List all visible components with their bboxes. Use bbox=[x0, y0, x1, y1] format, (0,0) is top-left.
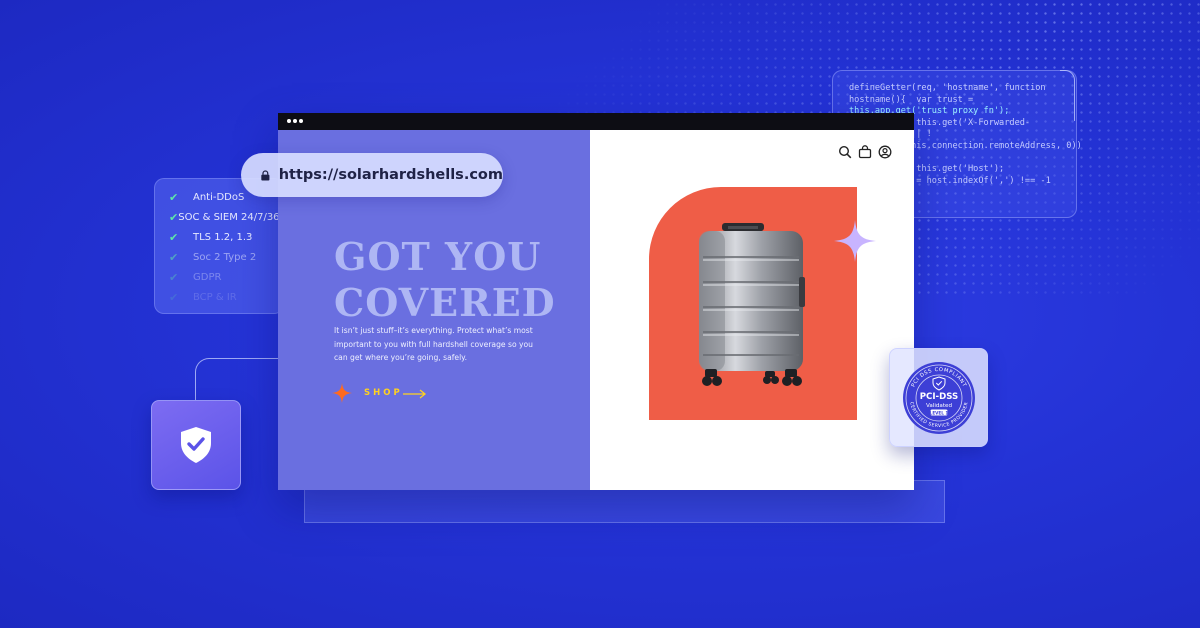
suitcase-image bbox=[699, 223, 805, 386]
security-shield-tile bbox=[151, 400, 241, 490]
star-icon bbox=[332, 383, 352, 403]
check-icon: ✔ bbox=[169, 190, 179, 204]
checklist-item: ✔ SOC & SIEM 24/7/365 bbox=[169, 210, 284, 224]
product-section bbox=[590, 130, 914, 490]
checklist-item: ✔ Soc 2 Type 2 bbox=[169, 250, 257, 264]
connector-line bbox=[195, 358, 279, 401]
shop-link[interactable]: SHOP bbox=[332, 382, 427, 404]
url-bar[interactable]: https://solarhardshells.com bbox=[241, 153, 503, 197]
shield-check-icon bbox=[181, 427, 211, 463]
sparkle-icon bbox=[834, 220, 876, 262]
checklist-item: ✔ BCP & IR bbox=[169, 290, 237, 304]
check-icon: ✔ bbox=[169, 250, 179, 264]
check-icon: ✔ bbox=[169, 210, 179, 224]
pci-dss-badge-tile: PCI DSS COMPLIANT CERTIFIED SERVICE PROV… bbox=[889, 348, 988, 447]
hero-description: It isn’t just stuff–it’s everything. Pro… bbox=[334, 326, 533, 363]
security-checklist: ✔ Anti-DDoS ✔ SOC & SIEM 24/7/365 ✔ TLS 1.2… bbox=[154, 178, 284, 314]
check-icon: ✔ bbox=[169, 230, 179, 244]
arrow-right-icon bbox=[402, 384, 427, 403]
store-nav-icons bbox=[838, 145, 892, 159]
checklist-item: ✔ TLS 1.2, 1.3 bbox=[169, 230, 253, 244]
url-text: https://solarhardshells.com bbox=[278, 167, 503, 183]
check-icon: ✔ bbox=[169, 290, 179, 304]
window-dot bbox=[299, 119, 303, 123]
code-line: hostname(){ var trust = bbox=[849, 94, 974, 105]
window-dot bbox=[287, 119, 291, 123]
window-dot bbox=[293, 119, 297, 123]
shopping-bag-icon[interactable] bbox=[858, 145, 872, 159]
connector-line bbox=[1060, 70, 1075, 121]
badge-level: LEVEL 1 bbox=[929, 410, 948, 415]
hero-title: GOT YOU COVERED bbox=[334, 234, 556, 325]
checklist-item: ✔ GDPR bbox=[169, 270, 222, 284]
shop-label: SHOP bbox=[364, 388, 403, 398]
browser-title-bar bbox=[278, 113, 914, 130]
badge-main: PCI-DSS bbox=[919, 392, 958, 402]
search-icon[interactable] bbox=[838, 145, 852, 159]
lock-icon bbox=[261, 169, 270, 180]
check-icon: ✔ bbox=[169, 270, 179, 284]
pci-dss-badge: PCI DSS COMPLIANT CERTIFIED SERVICE PROV… bbox=[902, 361, 975, 434]
product-card[interactable] bbox=[649, 187, 857, 420]
account-icon[interactable] bbox=[878, 145, 892, 159]
code-line: defineGetter(req, 'hostname', function bbox=[849, 83, 1046, 93]
badge-sub: Validated bbox=[925, 403, 952, 409]
